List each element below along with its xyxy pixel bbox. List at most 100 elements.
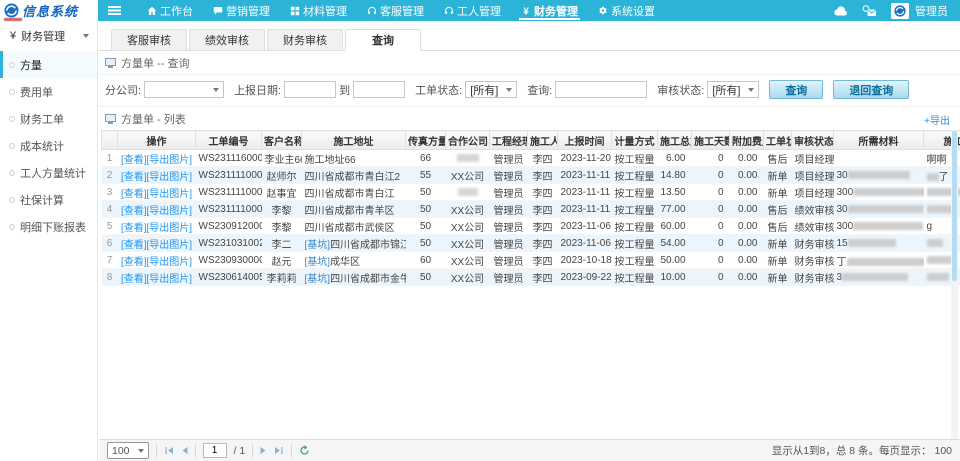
row-actions: [查看][导出图片] (118, 218, 196, 235)
worker: 李四 (528, 252, 558, 269)
export-image-link[interactable]: [导出图片] (147, 189, 193, 200)
sidebar-item[interactable]: 社保计算 (0, 186, 97, 213)
audit-status-label: 审核状态: (657, 82, 704, 98)
sidebar-item[interactable]: 明细下账报表 (0, 213, 97, 240)
page-input[interactable] (203, 443, 227, 458)
table-row[interactable]: 1[查看][导出图片]WS2311160001李业主66施工地址6666管理员李… (102, 150, 960, 167)
table-row[interactable]: 7[查看][导出图片]WS2309300001赵元[基坑]成华区60XX公司管理… (102, 252, 960, 269)
table-row[interactable]: 8[查看][导出图片]WS2306140056李莉莉[基坑]四川省成都市金牛区5… (102, 269, 960, 286)
row-actions: [查看][导出图片] (118, 201, 196, 218)
view-link[interactable]: [查看] (121, 206, 147, 217)
topnav-item[interactable]: 客服管理 (357, 0, 434, 21)
export-image-link[interactable]: [导出图片] (147, 206, 193, 217)
table-row[interactable]: 3[查看][导出图片]WS2311110002赵事宜四川省成都市青白江50管理员… (102, 184, 960, 201)
column-header: 上报时间 (558, 131, 612, 150)
scrollbar-thumb[interactable] (952, 131, 957, 281)
sidebar-item[interactable]: 财务工单 (0, 105, 97, 132)
svg-text:¥: ¥ (523, 6, 529, 15)
prev-page-button[interactable] (181, 446, 188, 455)
export-image-link[interactable]: [导出图片] (147, 223, 193, 234)
topnav-item[interactable]: 工人管理 (434, 0, 511, 21)
next-page-button[interactable] (260, 446, 267, 455)
last-page-button[interactable] (274, 446, 284, 455)
extra-fee: 0.00 (730, 269, 764, 286)
view-link[interactable]: [查看] (121, 257, 147, 268)
report-date: 2023-11-06 (558, 235, 612, 252)
redacted-text (457, 154, 479, 162)
redacted-text (848, 205, 924, 213)
date-to-input[interactable] (353, 81, 405, 98)
user-avatar[interactable] (891, 3, 909, 19)
measure-method: 按工程量 (612, 235, 658, 252)
project-manager: 管理员 (490, 218, 528, 235)
address: 四川省成都市青白江2 (302, 167, 406, 184)
export-image-link[interactable]: [导出图片] (147, 155, 193, 166)
chevron-down-icon (213, 88, 219, 92)
export-image-link[interactable]: [导出图片] (147, 257, 193, 268)
topnav-label: 客服管理 (380, 3, 424, 19)
worker: 李四 (528, 184, 558, 201)
order-no: WS2311110001 (196, 201, 262, 218)
message-icon[interactable] (862, 5, 877, 17)
view-link[interactable]: [查看] (121, 240, 147, 251)
page-size-select[interactable]: 100 (107, 442, 149, 459)
branch-select[interactable] (144, 81, 224, 98)
table-row[interactable]: 2[查看][导出图片]WS2311110003赵师尔四川省成都市青白江255XX… (102, 167, 960, 184)
extra-fee: 0.00 (730, 184, 764, 201)
query-button[interactable]: 查询 (769, 80, 823, 99)
tab[interactable]: 绩效审核 (189, 29, 265, 51)
topnav-item[interactable]: 材料管理 (280, 0, 357, 21)
view-link[interactable]: [查看] (121, 155, 147, 166)
topnav-item[interactable]: 系统设置 (588, 0, 665, 21)
column-header: 客户名称 (262, 131, 302, 150)
materials: 300 (834, 184, 924, 201)
table-row[interactable]: 5[查看][导出图片]WS2309120002李黎四川省成都市武侯区50XX公司… (102, 218, 960, 235)
sidebar-item[interactable]: 方量 (0, 51, 97, 78)
first-page-button[interactable] (164, 446, 174, 455)
refresh-icon[interactable] (299, 445, 310, 456)
sidebar-item[interactable]: 成本统计 (0, 132, 97, 159)
address: 施工地址66 (302, 150, 406, 167)
sidebar-item[interactable]: 费用单 (0, 78, 97, 105)
chevron-down-icon (506, 88, 512, 92)
redacted-text (853, 188, 923, 196)
keyword-input[interactable] (555, 81, 647, 98)
materials (834, 150, 924, 167)
fax-volume: 50 (406, 218, 446, 235)
sidebar-item[interactable]: 工人方量统计 (0, 159, 97, 186)
topnav-label: 工人管理 (457, 3, 501, 19)
return-query-button[interactable]: 退回查询 (833, 80, 909, 99)
order-status-select[interactable]: [所有] (465, 81, 517, 98)
menu-toggle-icon[interactable] (108, 6, 121, 15)
view-link[interactable]: [查看] (121, 274, 147, 285)
view-link[interactable]: [查看] (121, 172, 147, 183)
redacted-text (927, 239, 943, 247)
export-link[interactable]: +导出 (924, 112, 950, 127)
construction-days: 0 (692, 218, 730, 235)
vertical-scrollbar[interactable] (951, 130, 958, 439)
export-image-link[interactable]: [导出图片] (147, 240, 193, 251)
company: XX公司 (446, 201, 490, 218)
export-image-link[interactable]: [导出图片] (147, 274, 193, 285)
tab[interactable]: 客服审核 (111, 29, 187, 51)
filter-row: 分公司: 上报日期: 到 工单状态: [所有] 查询: 审核状态: [所有] 查… (99, 75, 960, 107)
measure-method: 按工程量 (612, 218, 658, 235)
tab[interactable]: 查询 (345, 29, 421, 51)
table-row[interactable]: 6[查看][导出图片]WS2310310020李二[基坑]四川省成都市锦江区50… (102, 235, 960, 252)
redacted-text (848, 171, 910, 179)
view-link[interactable]: [查看] (121, 189, 147, 200)
topnav-item[interactable]: ¥财务管理 (511, 0, 588, 21)
view-link[interactable]: [查看] (121, 223, 147, 234)
username[interactable]: 管理员 (915, 3, 948, 19)
audit-status-select[interactable]: [所有] (707, 81, 759, 98)
topnav-item[interactable]: 工作台 (137, 0, 203, 21)
sidebar-header-finance[interactable]: ¥ 财务管理 (0, 21, 97, 51)
redacted-text (842, 273, 908, 281)
table-row[interactable]: 4[查看][导出图片]WS2311110001李黎四川省成都市青羊区50XX公司… (102, 201, 960, 218)
topnav-item[interactable]: 营销管理 (203, 0, 280, 21)
tab[interactable]: 财务审核 (267, 29, 343, 51)
export-image-link[interactable]: [导出图片] (147, 172, 193, 183)
date-from-input[interactable] (284, 81, 336, 98)
row-number: 3 (102, 184, 118, 201)
cloud-icon[interactable] (834, 6, 848, 16)
